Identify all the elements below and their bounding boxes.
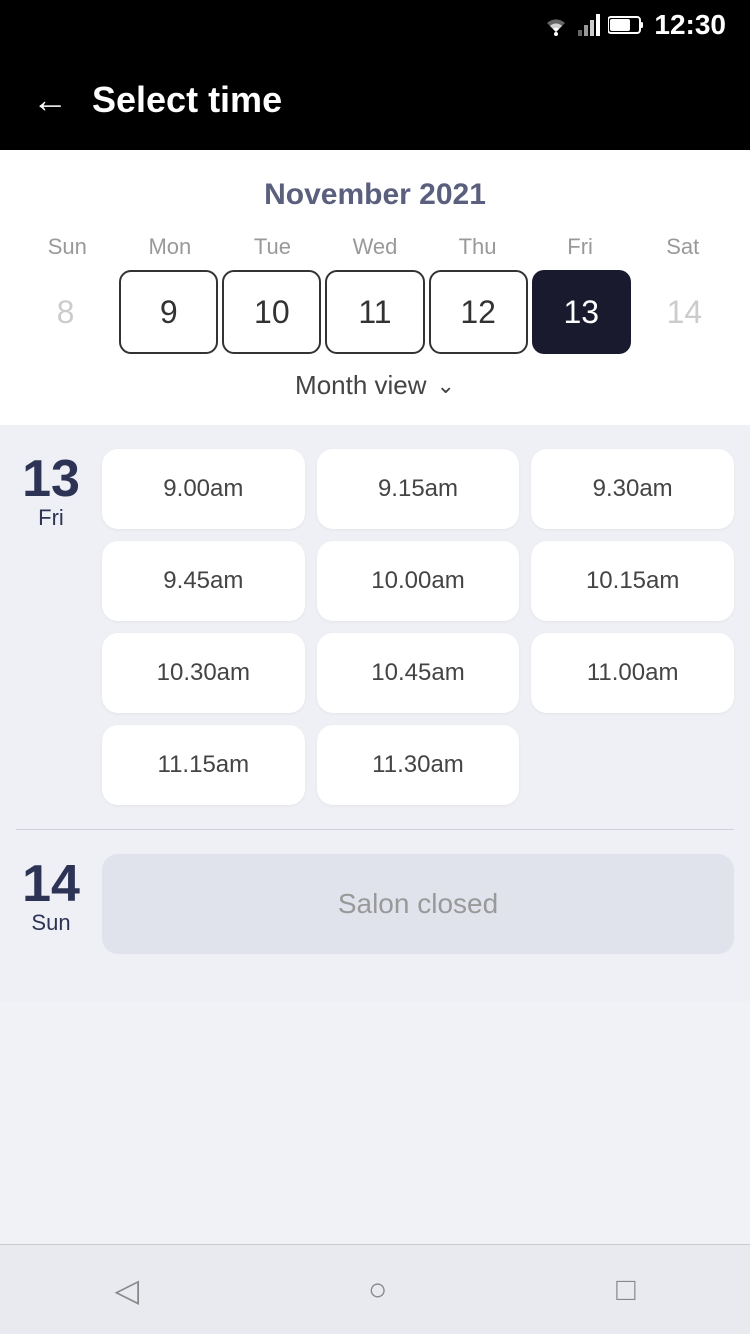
bottom-nav: ◁ ○ □ — [0, 1244, 750, 1334]
nav-back-button[interactable]: ◁ — [114, 1271, 139, 1309]
time-slot-1030am[interactable]: 10.30am — [102, 633, 305, 713]
signal-icon — [578, 14, 600, 36]
day-name-13: Fri — [38, 505, 64, 531]
weekday-tue: Tue — [221, 234, 324, 260]
back-button[interactable]: ← — [32, 79, 68, 121]
weekday-thu: Thu — [426, 234, 529, 260]
time-slot-1100am[interactable]: 11.00am — [531, 633, 734, 713]
day-label-13: 13 Fri — [16, 449, 86, 805]
weekday-wed: Wed — [324, 234, 427, 260]
status-icons — [542, 14, 644, 36]
time-slot-930am[interactable]: 9.30am — [531, 449, 734, 529]
weekday-fri: Fri — [529, 234, 632, 260]
day-separator — [16, 829, 734, 830]
day-block-13: 13 Fri 9.00am 9.15am 9.30am 9.45am 10.00… — [16, 449, 734, 805]
calendar-month-year: November 2021 — [16, 178, 734, 212]
weekday-mon: Mon — [119, 234, 222, 260]
time-slot-1130am[interactable]: 11.30am — [317, 725, 520, 805]
day-number-14: 14 — [22, 858, 80, 910]
battery-icon — [608, 15, 644, 35]
time-slot-1115am[interactable]: 11.15am — [102, 725, 305, 805]
weekday-sat: Sat — [631, 234, 734, 260]
time-slot-1000am[interactable]: 10.00am — [317, 541, 520, 621]
status-time: 12:30 — [654, 9, 726, 41]
day-cell-10[interactable]: 10 — [222, 270, 321, 354]
day-name-14: Sun — [31, 910, 70, 936]
time-slot-915am[interactable]: 9.15am — [317, 449, 520, 529]
calendar-section: November 2021 Sun Mon Tue Wed Thu Fri Sa… — [0, 150, 750, 425]
wifi-icon — [542, 14, 570, 36]
page-title: Select time — [92, 79, 282, 121]
month-view-label: Month view — [295, 370, 427, 401]
time-slot-1015am[interactable]: 10.15am — [531, 541, 734, 621]
status-bar: 12:30 — [0, 0, 750, 50]
day-cell-9[interactable]: 9 — [119, 270, 218, 354]
salon-closed-label: Salon closed — [338, 888, 498, 920]
weekday-sun: Sun — [16, 234, 119, 260]
day-cell-8[interactable]: 8 — [16, 270, 115, 354]
chevron-down-icon: ⌄ — [437, 373, 455, 399]
day-cell-11[interactable]: 11 — [325, 270, 424, 354]
time-slots-section: 13 Fri 9.00am 9.15am 9.30am 9.45am 10.00… — [0, 425, 750, 1002]
salon-closed-banner: Salon closed — [102, 854, 734, 954]
calendar-weekdays: Sun Mon Tue Wed Thu Fri Sat — [16, 234, 734, 260]
day-block-14: 14 Sun Salon closed — [16, 854, 734, 954]
nav-recents-button[interactable]: □ — [616, 1271, 635, 1308]
calendar-days-row: 8 9 10 11 12 13 14 — [16, 270, 734, 354]
header: ← Select time — [0, 50, 750, 150]
day-number-13: 13 — [22, 453, 80, 505]
slots-grid-13: 9.00am 9.15am 9.30am 9.45am 10.00am 10.1… — [102, 449, 734, 805]
time-slot-900am[interactable]: 9.00am — [102, 449, 305, 529]
day-cell-14[interactable]: 14 — [635, 270, 734, 354]
nav-home-button[interactable]: ○ — [368, 1271, 387, 1308]
time-slot-945am[interactable]: 9.45am — [102, 541, 305, 621]
day-label-14: 14 Sun — [16, 854, 86, 954]
day-cell-13[interactable]: 13 — [532, 270, 631, 354]
day-cell-12[interactable]: 12 — [429, 270, 528, 354]
time-slot-1045am[interactable]: 10.45am — [317, 633, 520, 713]
month-view-toggle[interactable]: Month view ⌄ — [16, 354, 734, 409]
